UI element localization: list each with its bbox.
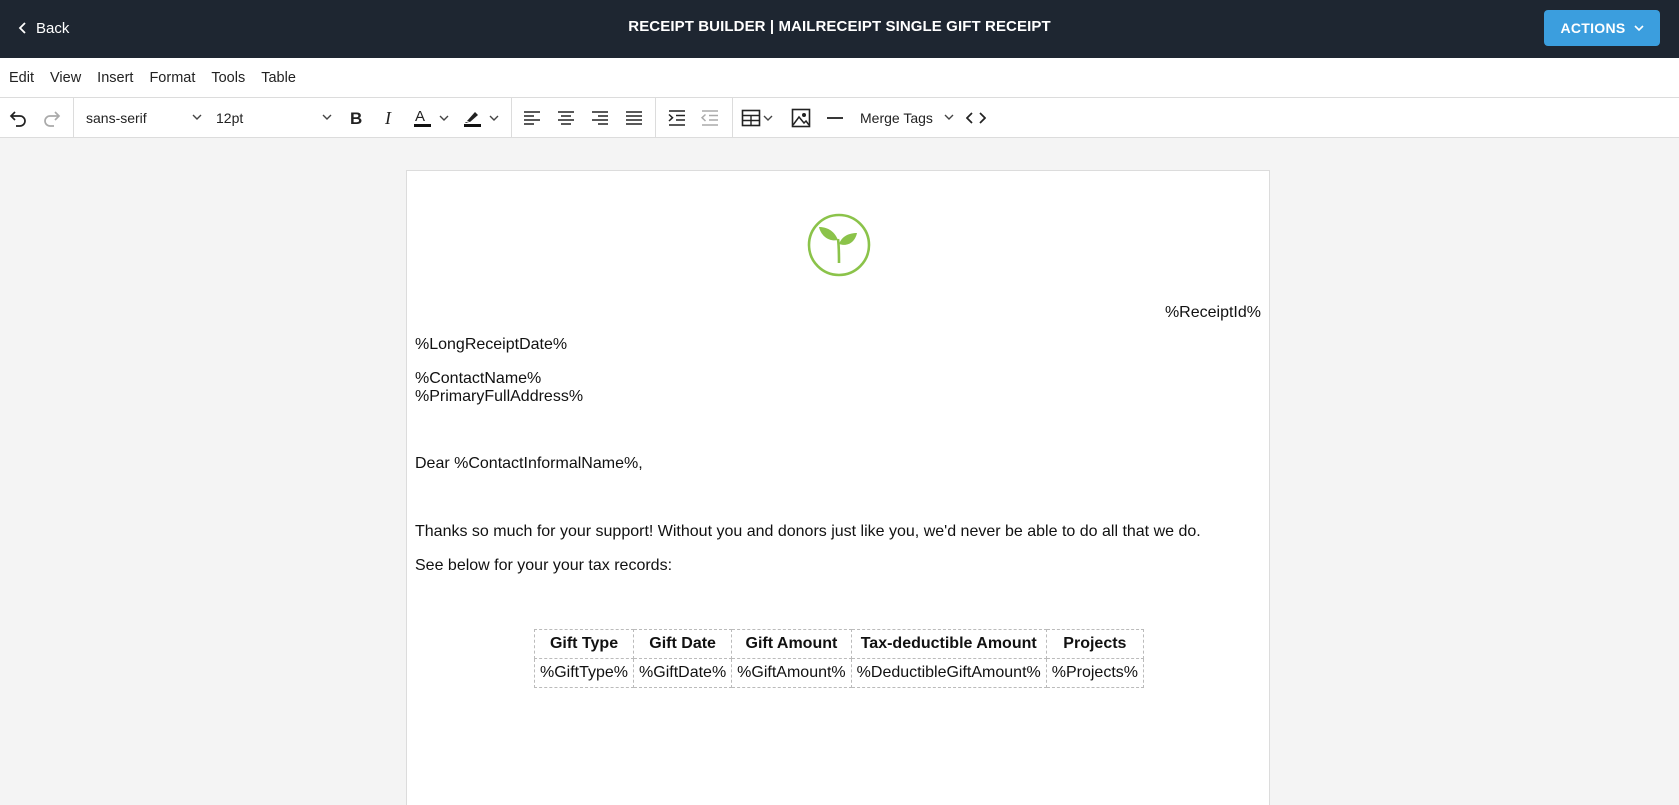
editor-canvas: %ReceiptId% %LongReceiptDate% %ContactNa… [0,138,1679,805]
text-color-button[interactable]: A [410,98,456,138]
align-center-icon [558,111,574,125]
editor-toolbar: sans-serif 12pt B I A Merge Tags [0,98,1679,138]
table-cell: %Projects% [1045,658,1145,688]
image-icon [791,108,811,128]
align-justify-icon [626,111,642,125]
body-paragraph: Thanks so much for your support! Without… [415,523,1201,540]
merge-tags-dropdown[interactable]: Merge Tags [860,98,954,138]
table-icon [741,109,773,127]
align-justify-button[interactable] [620,98,648,138]
italic-button[interactable]: I [375,98,403,138]
align-center-button[interactable] [552,98,580,138]
contact-name-merge-tag: %ContactName% [415,370,542,387]
toolbar-separator [732,98,733,138]
font-size-value: 12pt [216,110,244,126]
horizontal-rule-button[interactable] [821,98,849,138]
bold-icon: B [350,109,362,127]
actions-button-label: ACTIONS [1560,20,1626,36]
menu-tools[interactable]: Tools [211,70,245,86]
receipt-date-merge-tag: %LongReceiptDate% [415,336,568,353]
toolbar-separator [655,98,656,138]
table-header-cell: Gift Date [633,629,733,659]
chevron-down-icon [944,114,954,120]
outdent-button[interactable] [696,98,724,138]
primary-address-merge-tag: %PrimaryFullAddress% [415,388,584,405]
indent-icon [668,110,685,126]
top-header-bar: Back RECEIPT BUILDER | MAILRECEIPT SINGL… [0,0,1679,58]
table-cell: %GiftAmount% [731,658,852,688]
page-title: RECEIPT BUILDER | MAILRECEIPT SINGLE GIF… [628,18,1051,35]
merge-tags-label: Merge Tags [860,110,933,126]
font-family-value: sans-serif [86,110,147,126]
gift-details-table[interactable]: Gift Type Gift Date Gift Amount Tax-dedu… [533,629,1145,688]
chevron-down-icon [192,114,202,120]
outdent-icon [701,110,718,126]
menu-insert[interactable]: Insert [97,70,133,86]
redo-icon [44,111,61,127]
indent-button[interactable] [663,98,691,138]
highlight-icon [464,112,499,127]
table-cell: %GiftType% [533,658,635,688]
table-header-cell: Gift Type [533,629,635,659]
menu-view[interactable]: View [50,70,81,86]
menu-table[interactable]: Table [261,70,296,86]
table-header-cell: Projects [1045,629,1145,659]
source-code-icon [966,112,986,124]
text-color-icon: A [414,108,449,127]
receipt-id-merge-tag: %ReceiptId% [1164,304,1261,321]
chevron-down-icon [322,114,332,120]
align-right-icon [592,111,608,125]
redo-button[interactable] [38,98,66,138]
source-code-button[interactable] [962,98,990,138]
editor-menubar: Edit View Insert Format Tools Table [0,58,1679,98]
undo-button[interactable] [4,98,32,138]
menu-edit[interactable]: Edit [9,70,34,86]
svg-text:B: B [350,109,362,127]
chevron-down-icon [1633,24,1644,31]
font-size-select[interactable]: 12pt [216,98,332,138]
body-paragraph: See below for your your tax records: [415,557,673,574]
highlight-color-button[interactable] [460,98,506,138]
greeting-line: Dear %ContactInformalName%, [415,455,643,472]
toolbar-separator [73,98,74,138]
menu-format[interactable]: Format [149,70,195,86]
table-button[interactable] [740,98,782,138]
sprout-logo-icon [807,213,871,277]
align-right-button[interactable] [586,98,614,138]
toolbar-separator [511,98,512,138]
receipt-document[interactable]: %ReceiptId% %LongReceiptDate% %ContactNa… [406,170,1270,805]
font-family-select[interactable]: sans-serif [86,98,202,138]
svg-text:A: A [415,108,425,125]
svg-text:I: I [384,109,392,127]
italic-icon: I [384,109,392,127]
align-left-button[interactable] [518,98,546,138]
insert-image-button[interactable] [787,98,815,138]
table-row: %GiftType% %GiftDate% %GiftAmount% %Dedu… [533,658,1145,688]
table-header-cell: Gift Amount [731,629,852,659]
table-cell: %GiftDate% [633,658,733,688]
horizontal-rule-icon [827,117,843,119]
bold-button[interactable]: B [342,98,370,138]
table-cell: %DeductibleGiftAmount% [850,658,1047,688]
undo-icon [9,111,26,127]
table-header-row: Gift Type Gift Date Gift Amount Tax-dedu… [533,629,1145,659]
align-left-icon [524,111,540,125]
actions-button[interactable]: ACTIONS [1544,10,1660,46]
table-header-cell: Tax-deductible Amount [850,629,1047,659]
